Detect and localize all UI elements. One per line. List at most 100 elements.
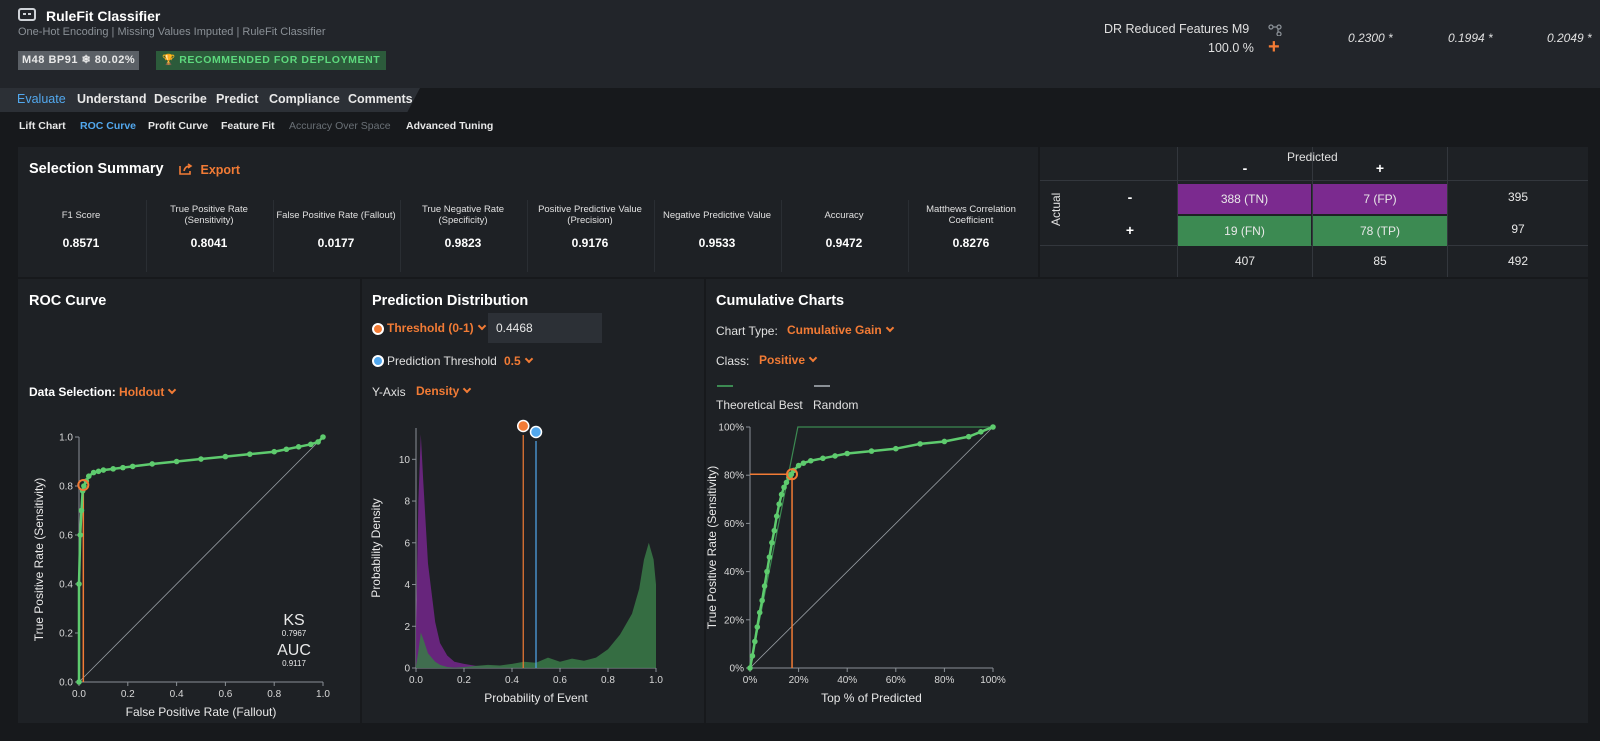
chart-type-dropdown[interactable]: Cumulative Gain: [787, 323, 894, 337]
roc-point: [85, 473, 92, 479]
data-selection: Data Selection: Holdout: [29, 385, 177, 399]
gain-point: [800, 460, 807, 466]
subtab-lift-chart[interactable]: Lift Chart: [19, 120, 66, 132]
metric-value: 0.9472: [825, 236, 863, 250]
y-tick-label: 100%: [718, 423, 744, 434]
roc-point: [81, 483, 87, 489]
legend-random[interactable]: Random: [813, 398, 858, 412]
y-tick-label: 0.2: [59, 629, 73, 640]
x-tick-label: 0.0: [409, 675, 423, 686]
row-total-positive: 97: [1511, 222, 1525, 236]
metric-ppv: Positive Predictive Value (Precision) 0.9…: [528, 198, 652, 250]
tab-understand[interactable]: Understand: [77, 92, 146, 106]
random-line: [749, 426, 994, 669]
false-positive-cell: 7 (FP): [1313, 184, 1447, 214]
gain-point: [771, 527, 778, 534]
prediction-threshold-dropdown[interactable]: 0.5: [504, 354, 533, 368]
class-dropdown[interactable]: Positive: [759, 353, 818, 367]
predicted-negative-header: -: [1242, 160, 1248, 176]
metric-label: Matthews Correlation Coefficient: [926, 204, 1016, 226]
metric-value: 0.8041: [190, 236, 228, 250]
roc-point: [283, 446, 290, 453]
subtab-accuracy-over-space: Accuracy Over Space: [289, 120, 391, 132]
roc-point: [120, 464, 126, 471]
tab-predict[interactable]: Predict: [216, 92, 258, 106]
theoretical-best-swatch: [717, 385, 733, 387]
chevron-down-icon: [463, 384, 472, 394]
metric-label: F1 Score: [61, 209, 101, 221]
add-icon[interactable]: +: [1268, 36, 1280, 59]
y-axis-title: Probability Density: [369, 498, 383, 597]
data-selection-value: Holdout: [119, 385, 165, 399]
dataset-name: DR Reduced Features M9: [1104, 22, 1250, 36]
y-tick-label: 4: [404, 580, 410, 591]
tab-describe[interactable]: Describe: [154, 92, 207, 106]
yaxis-dropdown[interactable]: Density: [416, 384, 472, 398]
x-axis-title: Probability of Event: [484, 691, 588, 705]
gain-point: [893, 445, 899, 452]
legend-theoretical-best[interactable]: Theoretical Best: [716, 398, 803, 412]
chevron-down-icon: [477, 321, 486, 331]
y-tick-label: 1.0: [59, 433, 73, 444]
gain-point: [776, 501, 782, 507]
tab-compliance[interactable]: Compliance: [269, 92, 340, 106]
metric-label: True Negative Rate (Specificity): [421, 204, 505, 226]
gain-point: [766, 554, 773, 560]
gain-point: [844, 450, 850, 457]
class-label: Class:: [716, 354, 750, 368]
chevron-down-icon: [524, 354, 533, 364]
true-positive-cell: 78 (TP): [1313, 216, 1447, 246]
deploy-badge-label: RECOMMENDED FOR DEPLOYMENT: [179, 54, 381, 66]
threshold-dropdown[interactable]: Threshold (0-1): [387, 321, 486, 335]
data-selection-dropdown[interactable]: Holdout: [119, 385, 177, 399]
roc-point: [308, 441, 314, 448]
metric-value: 0.8571: [62, 236, 100, 250]
subtab-roc-curve[interactable]: ROC Curve: [80, 120, 136, 132]
subtab-profit-curve[interactable]: Profit Curve: [148, 120, 208, 132]
prediction-threshold-value: 0.5: [504, 354, 521, 368]
roc-point: [100, 467, 107, 473]
tab-evaluate[interactable]: Evaluate: [17, 92, 66, 106]
y-tick-label: 10: [399, 455, 411, 466]
gain-point: [764, 568, 770, 575]
actual-positive-header: +: [1125, 222, 1135, 238]
metric-value: 0.9533: [698, 236, 736, 250]
metric-label: Accuracy: [824, 209, 864, 221]
model-title: RuleFit Classifier: [46, 8, 161, 24]
export-button[interactable]: Export: [179, 163, 240, 177]
x-tick-label: 0.2: [121, 689, 135, 700]
score-validation: 0.2300 *: [1348, 31, 1393, 45]
cumulative-gain-chart: 0% 20% 40% 60% 80% 100% 0% 20% 40% 60% 80% 100% Top …: [706, 423, 1006, 706]
x-tick-label: 0.6: [553, 675, 567, 686]
actual-negative-header: -: [1127, 189, 1133, 205]
gain-point: [978, 429, 984, 435]
yaxis-label: Y-Axis: [372, 385, 406, 399]
deploy-badge: 🏆 RECOMMENDED FOR DEPLOYMENT: [156, 51, 387, 70]
tab-comments[interactable]: Comments: [348, 92, 413, 106]
y-tick-label: 6: [404, 538, 410, 549]
cumulative-title: Cumulative Charts: [716, 293, 845, 309]
feature-list-icon[interactable]: [1268, 24, 1282, 36]
roc-point: [78, 507, 85, 514]
model-subtitle: One-Hot Encoding | Missing Values Impute…: [18, 26, 326, 38]
x-tick-label: 0.6: [218, 689, 232, 700]
col-total-positive: 85: [1373, 254, 1387, 268]
y-tick-label: 0.6: [59, 531, 73, 542]
col-total-negative: 407: [1234, 254, 1256, 268]
data-selection-label: Data Selection:: [29, 385, 116, 399]
roc-point: [173, 458, 180, 465]
chevron-down-icon: [885, 323, 894, 333]
metric-value: 0.9176: [571, 236, 609, 250]
x-tick-label: 0.4: [505, 675, 519, 686]
x-tick-label: 0%: [743, 675, 758, 686]
threshold-input[interactable]: [488, 313, 602, 343]
threshold-dot-icon: [372, 323, 384, 335]
metric-label: False Positive Rate (Fallout): [276, 209, 396, 221]
subtab-advanced-tuning[interactable]: Advanced Tuning: [406, 120, 493, 132]
chart-type-value: Cumulative Gain: [787, 323, 882, 337]
roc-point: [76, 679, 82, 685]
metric-value: 0.8276: [952, 236, 990, 250]
gain-point: [941, 438, 948, 445]
y-tick-label: 0.8: [59, 482, 73, 493]
subtab-feature-fit[interactable]: Feature Fit: [221, 120, 275, 132]
